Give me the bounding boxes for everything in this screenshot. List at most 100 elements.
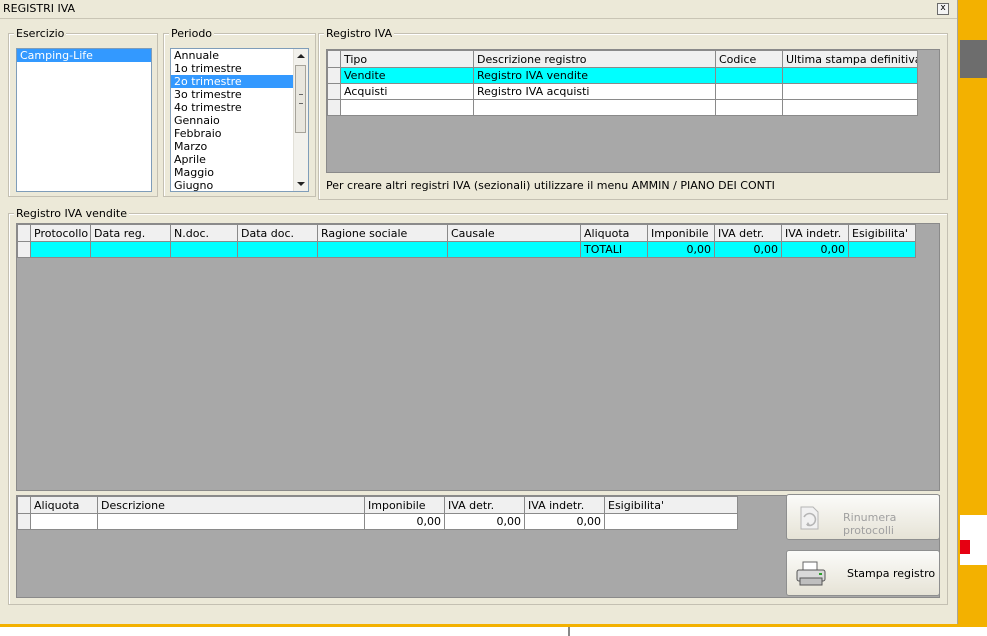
printer-icon [796,561,826,586]
col-riep-imponibile[interactable]: Imponibile [364,496,445,514]
scroll-up-icon[interactable] [297,54,305,58]
esercizio-listbox[interactable]: Camping-Life [16,48,152,192]
col-data-reg[interactable]: Data reg. [90,224,171,242]
periodo-item-gennaio[interactable]: Gennaio [171,114,308,127]
cell-descrizione[interactable]: Registro IVA vendite [473,67,716,84]
rinumera-protocolli-button[interactable]: Rinumera protocolli [786,494,940,540]
close-icon[interactable]: x [937,3,949,15]
background-window-strip [958,0,987,624]
col-data-doc[interactable]: Data doc. [237,224,318,242]
registro-vendite-group: Registro IVA vendite Protocollo Data reg… [8,207,948,605]
periodo-item-3o-trimestre[interactable]: 3o trimestre [171,88,308,101]
periodo-item-annuale[interactable]: Annuale [171,49,308,62]
col-riep-iva-indetr[interactable]: IVA indetr. [524,496,605,514]
cell-protocollo[interactable] [30,241,91,258]
cell-data-reg[interactable] [90,241,171,258]
cell-tipo[interactable]: Vendite [340,67,474,84]
cell-ragione-sociale[interactable] [317,241,448,258]
col-ultima-stampa[interactable]: Ultima stampa definitiva [782,50,918,68]
col-riep-descrizione[interactable]: Descrizione [97,496,365,514]
periodo-item-1o-trimestre[interactable]: 1o trimestre [171,62,308,75]
col-esigibilita[interactable]: Esigibilita' [848,224,916,242]
cell-codice[interactable] [715,83,783,100]
table-row[interactable]: Vendite Registro IVA vendite [327,67,918,84]
col-riep-aliquota[interactable]: Aliquota [30,496,98,514]
row-indicator[interactable] [327,83,341,100]
renumber-icon [800,506,819,530]
registro-iva-legend: Registro IVA [324,27,395,40]
registro-iva-note: Per creare altri registri IVA (sezionali… [326,179,775,192]
row-indicator-header [327,50,341,68]
stampa-registro-button[interactable]: Stampa registro [786,550,940,596]
periodo-legend: Periodo [169,27,215,40]
scroll-thumb[interactable] [295,65,306,133]
periodo-item-2o-trimestre[interactable]: 2o trimestre [171,75,308,88]
cell-data-doc[interactable] [237,241,318,258]
cell-codice[interactable] [715,99,783,116]
cell-causale[interactable] [447,241,581,258]
table-row[interactable]: Acquisti Registro IVA acquisti [327,83,918,100]
title-bar: REGISTRI IVA x [0,0,957,19]
col-causale[interactable]: Causale [447,224,581,242]
window-title: REGISTRI IVA [3,2,76,15]
cell-riep-aliquota[interactable] [30,513,98,530]
registro-iva-group: Registro IVA Tipo Descrizione registro C… [318,27,948,200]
col-iva-indetr[interactable]: IVA indetr. [781,224,849,242]
cell-descrizione[interactable]: Registro IVA acquisti [473,83,716,100]
cell-iva-indetr[interactable]: 0,00 [781,241,849,258]
registro-iva-grid: Tipo Descrizione registro Codice Ultima … [326,49,940,173]
cell-iva-detr[interactable]: 0,00 [714,241,782,258]
table-row[interactable] [327,99,918,116]
table-row[interactable]: 0,00 0,00 0,00 [17,513,738,530]
registri-iva-window: REGISTRI IVA x Esercizio Camping-Life Pe… [0,0,958,624]
periodo-item-4o-trimestre[interactable]: 4o trimestre [171,101,308,114]
esercizio-item[interactable]: Camping-Life [17,49,151,62]
periodo-scrollbar[interactable] [293,49,308,191]
cell-esigibilita[interactable] [848,241,916,258]
col-codice[interactable]: Codice [715,50,783,68]
cell-aliquota[interactable]: TOTALI [580,241,648,258]
cell-descrizione[interactable] [473,99,716,116]
col-n-doc[interactable]: N.doc. [170,224,238,242]
cell-tipo[interactable]: Acquisti [340,83,474,100]
cell-imponibile[interactable]: 0,00 [647,241,715,258]
periodo-group: Periodo Annuale 1o trimestre 2o trimestr… [163,27,316,197]
col-ragione-sociale[interactable]: Ragione sociale [317,224,448,242]
row-indicator[interactable] [327,67,341,84]
col-riep-iva-detr[interactable]: IVA detr. [444,496,525,514]
col-iva-detr[interactable]: IVA detr. [714,224,782,242]
cell-ultima-stampa[interactable] [782,67,918,84]
cell-tipo[interactable] [340,99,474,116]
col-imponibile[interactable]: Imponibile [647,224,715,242]
cell-codice[interactable] [715,67,783,84]
row-indicator[interactable] [17,241,31,258]
periodo-item-aprile[interactable]: Aprile [171,153,308,166]
periodo-item-marzo[interactable]: Marzo [171,140,308,153]
periodo-listbox[interactable]: Annuale 1o trimestre 2o trimestre 3o tri… [170,48,309,192]
row-indicator[interactable] [327,99,341,116]
cell-ultima-stampa[interactable] [782,99,918,116]
col-descrizione-registro[interactable]: Descrizione registro [473,50,716,68]
periodo-item-febbraio[interactable]: Febbraio [171,127,308,140]
col-tipo[interactable]: Tipo [340,50,474,68]
rinumera-protocolli-label: Rinumera protocolli [843,511,897,537]
col-riep-esigibilita[interactable]: Esigibilita' [604,496,738,514]
cell-ultima-stampa[interactable] [782,83,918,100]
stampa-registro-label: Stampa registro [847,567,936,580]
cell-n-doc[interactable] [170,241,238,258]
col-protocollo[interactable]: Protocollo [30,224,91,242]
col-aliquota[interactable]: Aliquota [580,224,648,242]
row-indicator-header [17,224,31,242]
cell-riep-iva-indetr[interactable]: 0,00 [524,513,605,530]
periodo-item-maggio[interactable]: Maggio [171,166,308,179]
scroll-down-icon[interactable] [297,182,305,186]
cell-riep-descrizione[interactable] [97,513,365,530]
totals-row[interactable]: TOTALI 0,00 0,00 0,00 [17,241,916,258]
periodo-item-giugno[interactable]: Giugno [171,179,308,191]
vendite-grid: Protocollo Data reg. N.doc. Data doc. Ra… [16,223,940,491]
cell-riep-imponibile[interactable]: 0,00 [364,513,445,530]
row-indicator[interactable] [17,513,31,530]
cell-riep-esigibilita[interactable] [604,513,738,530]
cell-riep-iva-detr[interactable]: 0,00 [444,513,525,530]
row-indicator-header [17,496,31,514]
